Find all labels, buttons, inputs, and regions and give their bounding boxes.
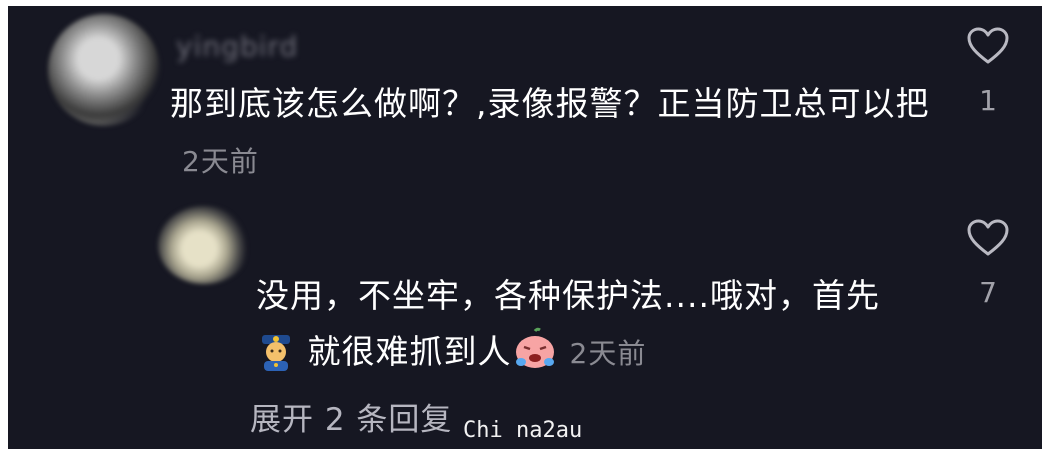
like-count: 1 [979, 84, 997, 117]
comment-text: 那到底该怎么做啊？,录像报警？正当防卫总可以把 2天前 [170, 76, 930, 190]
police-officer-icon [256, 331, 296, 388]
like-count: 7 [979, 276, 997, 309]
comment-text: 没用，不坐牢，各种保护法....哦对，首先 就很难抓到人 2天前 [256, 268, 936, 388]
comment-panel: yingbird 那到底该怎么做啊？,录像报警？正当防卫总可以把 2天前 1 没用… [8, 6, 1042, 449]
comment-body-part2: 就很难抓到人 [307, 332, 512, 371]
avatar[interactable] [48, 14, 160, 126]
comment-time: 2天前 [182, 145, 259, 178]
watermark: Chi na2au [463, 418, 583, 443]
heart-icon[interactable] [966, 218, 1010, 258]
heart-icon[interactable] [966, 26, 1010, 66]
avatar[interactable] [158, 206, 250, 284]
comment-time: 2天前 [569, 337, 647, 370]
comment-body: 那到底该怎么做啊？,录像报警？正当防卫总可以把 [170, 84, 930, 123]
crying-face-icon [512, 327, 558, 388]
expand-replies-button[interactable]: 展开 2 条回复 [250, 394, 452, 439]
username[interactable]: yingbird [176, 30, 298, 63]
comment-body-part1: 没用，不坐牢，各种保护法....哦对，首先 [256, 276, 880, 315]
